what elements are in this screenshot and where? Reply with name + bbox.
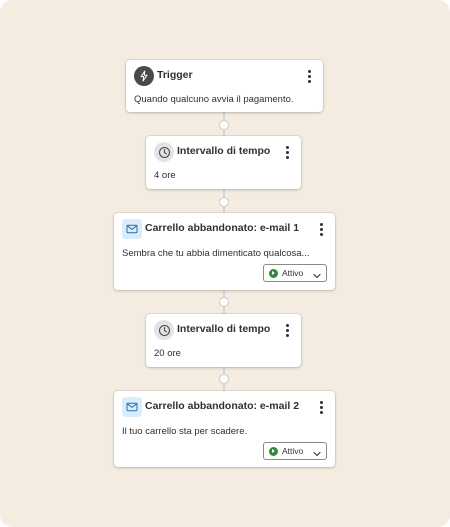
status-select[interactable]: Attivo <box>263 264 327 282</box>
chevron-down-icon <box>312 268 322 286</box>
mail-icon <box>122 397 142 417</box>
play-icon <box>269 447 278 456</box>
more-options-icon[interactable] <box>303 68 315 84</box>
connector-dot <box>219 374 229 384</box>
connector-dot <box>219 197 229 207</box>
step-title: Intervallo di tempo <box>177 145 271 157</box>
more-options-icon[interactable] <box>281 144 293 160</box>
trigger-card[interactable]: Trigger Quando qualcuno avvia il pagamen… <box>126 60 323 112</box>
clock-icon <box>154 320 174 340</box>
step-description: Quando qualcuno avvia il pagamento. <box>134 94 294 105</box>
connector-dot <box>219 297 229 307</box>
step-title: Trigger <box>157 69 193 81</box>
step-description: 4 ore <box>154 170 176 181</box>
clock-icon <box>154 142 174 162</box>
lightning-icon <box>134 66 154 86</box>
step-description: Il tuo carrello sta per scadere. <box>122 426 248 437</box>
step-title: Carrello abbandonato: e-mail 1 <box>145 222 300 234</box>
step-description: 20 ore <box>154 348 181 359</box>
status-label: Attivo <box>282 268 304 278</box>
email-card[interactable]: Carrello abbandonato: e-mail 1 Sembra ch… <box>114 213 335 290</box>
status-select[interactable]: Attivo <box>263 442 327 460</box>
more-options-icon[interactable] <box>315 221 327 237</box>
more-options-icon[interactable] <box>281 322 293 338</box>
status-label: Attivo <box>282 446 304 456</box>
mail-icon <box>122 219 142 239</box>
more-options-icon[interactable] <box>315 399 327 415</box>
email-card[interactable]: Carrello abbandonato: e-mail 2 Il tuo ca… <box>114 391 335 467</box>
step-title: Intervallo di tempo <box>177 323 271 335</box>
workflow-canvas: Trigger Quando qualcuno avvia il pagamen… <box>0 0 450 527</box>
play-icon <box>269 269 278 278</box>
connector-dot <box>219 120 229 130</box>
wait-card[interactable]: Intervallo di tempo 4 ore <box>146 136 301 189</box>
step-title: Carrello abbandonato: e-mail 2 <box>145 400 300 412</box>
step-description: Sembra che tu abbia dimenticato qualcosa… <box>122 248 310 259</box>
chevron-down-icon <box>312 446 322 464</box>
wait-card[interactable]: Intervallo di tempo 20 ore <box>146 314 301 367</box>
